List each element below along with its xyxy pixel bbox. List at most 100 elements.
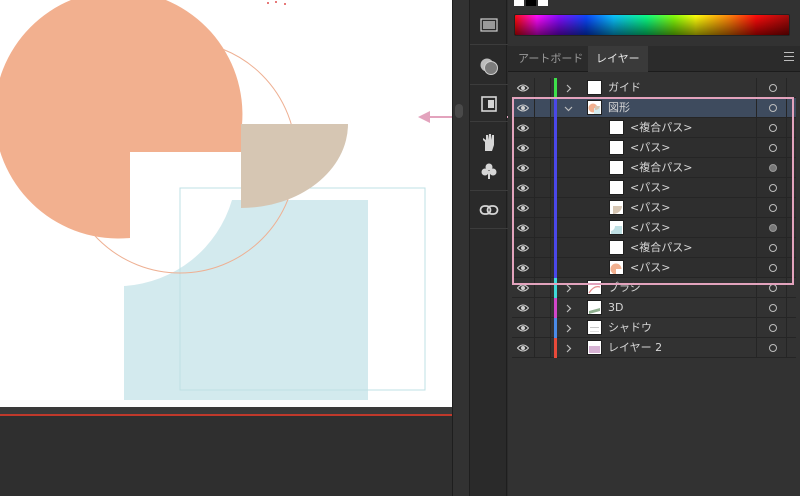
layer-name[interactable]: <パス>	[630, 258, 670, 278]
visibility-eye-icon[interactable]	[516, 138, 530, 158]
sublayer-row[interactable]: <複合パス>	[512, 238, 796, 258]
transparency-icon[interactable]	[477, 54, 501, 78]
expand-arrow-icon[interactable]	[563, 298, 573, 318]
expand-arrow-icon[interactable]	[563, 318, 573, 338]
visibility-eye-icon[interactable]	[516, 98, 530, 118]
expand-arrow-icon[interactable]	[563, 78, 573, 98]
puppet-hand-icon[interactable]	[477, 131, 501, 155]
target-circle-icon[interactable]	[769, 244, 777, 252]
target-circle-icon[interactable]	[769, 104, 777, 112]
lock-column[interactable]	[550, 238, 551, 258]
scroll-track[interactable]	[0, 407, 452, 414]
artboard-canvas[interactable]	[0, 0, 452, 407]
lock-column[interactable]	[550, 158, 551, 178]
visibility-eye-icon[interactable]	[516, 258, 530, 278]
target-circle-icon[interactable]	[769, 164, 777, 172]
lightblue-shape[interactable]	[124, 200, 368, 400]
lock-column[interactable]	[550, 218, 551, 238]
none-swatch[interactable]	[514, 0, 524, 6]
tan-quarter-shape[interactable]	[241, 124, 348, 208]
layer-row[interactable]: 図形	[512, 98, 796, 118]
sublayer-row[interactable]: <パス>	[512, 258, 796, 278]
layer-row[interactable]: シャドウ	[512, 318, 796, 338]
tab-artboards[interactable]: アートボード	[510, 46, 591, 72]
lock-column[interactable]	[550, 318, 551, 338]
lock-column[interactable]	[550, 118, 551, 138]
sublayer-row[interactable]: <パス>	[512, 218, 796, 238]
layer-name[interactable]: 3D	[608, 298, 623, 318]
layer-name[interactable]: レイヤー 2	[608, 338, 662, 358]
visibility-eye-icon[interactable]	[516, 238, 530, 258]
layer-name[interactable]: <パス>	[630, 178, 670, 198]
target-circle-icon[interactable]	[769, 224, 777, 232]
sublayer-row[interactable]: <複合パス>	[512, 118, 796, 138]
target-circle-icon[interactable]	[769, 84, 777, 92]
visibility-eye-icon[interactable]	[516, 158, 530, 178]
layer-name[interactable]: <パス>	[630, 218, 670, 238]
target-circle-icon[interactable]	[769, 264, 777, 272]
layer-color-bar	[554, 258, 557, 278]
lock-column[interactable]	[550, 198, 551, 218]
layer-row[interactable]: レイヤー 2	[512, 338, 796, 358]
sublayer-row[interactable]: <パス>	[512, 198, 796, 218]
panel-menu-icon[interactable]	[784, 52, 794, 62]
expand-arrow-icon[interactable]	[563, 338, 573, 358]
artboard-icon[interactable]	[477, 92, 501, 116]
layer-row[interactable]: ブラシ	[512, 278, 796, 298]
visibility-eye-icon[interactable]	[516, 218, 530, 238]
lock-column[interactable]	[550, 78, 551, 98]
visibility-eye-icon[interactable]	[516, 118, 530, 138]
lock-column[interactable]	[550, 178, 551, 198]
lock-column[interactable]	[550, 278, 551, 298]
target-circle-icon[interactable]	[769, 144, 777, 152]
sublayer-row[interactable]: <パス>	[512, 138, 796, 158]
layer-name[interactable]: <複合パス>	[630, 158, 692, 178]
target-circle-icon[interactable]	[769, 344, 777, 352]
gradient-icon[interactable]	[477, 13, 501, 37]
layer-name[interactable]: <パス>	[630, 198, 670, 218]
symbols-club-icon[interactable]	[477, 159, 501, 183]
visibility-eye-icon[interactable]	[516, 178, 530, 198]
links-icon[interactable]	[477, 198, 501, 222]
layer-name[interactable]: <複合パス>	[630, 118, 692, 138]
sublayer-row[interactable]: <複合パス>	[512, 158, 796, 178]
white-swatch[interactable]	[538, 0, 548, 6]
panel-divider[interactable]	[452, 0, 469, 496]
visibility-eye-icon[interactable]	[516, 318, 530, 338]
visibility-eye-icon[interactable]	[516, 278, 530, 298]
layer-row[interactable]: ガイド	[512, 78, 796, 98]
layer-thumbnail	[609, 240, 624, 255]
layer-name[interactable]: ガイド	[608, 78, 641, 98]
peach-shape[interactable]	[0, 0, 243, 239]
visibility-eye-icon[interactable]	[516, 78, 530, 98]
target-circle-icon[interactable]	[769, 284, 777, 292]
lock-column[interactable]	[550, 138, 551, 158]
layer-name[interactable]: <パス>	[630, 138, 670, 158]
lock-column[interactable]	[550, 298, 551, 318]
lock-column[interactable]	[550, 338, 551, 358]
layer-name[interactable]: シャドウ	[608, 318, 652, 338]
lock-column[interactable]	[550, 258, 551, 278]
layer-name[interactable]: ブラシ	[608, 278, 641, 298]
color-spectrum-bar[interactable]	[514, 14, 790, 36]
layer-name[interactable]: <複合パス>	[630, 238, 692, 258]
divider-handle[interactable]	[455, 104, 463, 118]
lock-column[interactable]	[550, 98, 551, 118]
target-circle-icon[interactable]	[769, 304, 777, 312]
column-separator	[756, 198, 757, 218]
visibility-eye-icon[interactable]	[516, 298, 530, 318]
visibility-eye-icon[interactable]	[516, 198, 530, 218]
visibility-eye-icon[interactable]	[516, 338, 530, 358]
target-circle-icon[interactable]	[769, 184, 777, 192]
tab-layers[interactable]: レイヤー	[588, 46, 648, 72]
expand-arrow-icon[interactable]	[563, 278, 573, 298]
sublayer-row[interactable]: <パス>	[512, 178, 796, 198]
layer-row[interactable]: 3D	[512, 298, 796, 318]
target-circle-icon[interactable]	[769, 124, 777, 132]
target-circle-icon[interactable]	[769, 324, 777, 332]
black-swatch[interactable]	[526, 0, 536, 6]
target-circle-icon[interactable]	[769, 204, 777, 212]
column-separator	[786, 198, 787, 218]
layer-name[interactable]: 図形	[608, 98, 630, 118]
collapse-arrow-icon[interactable]	[563, 98, 573, 118]
